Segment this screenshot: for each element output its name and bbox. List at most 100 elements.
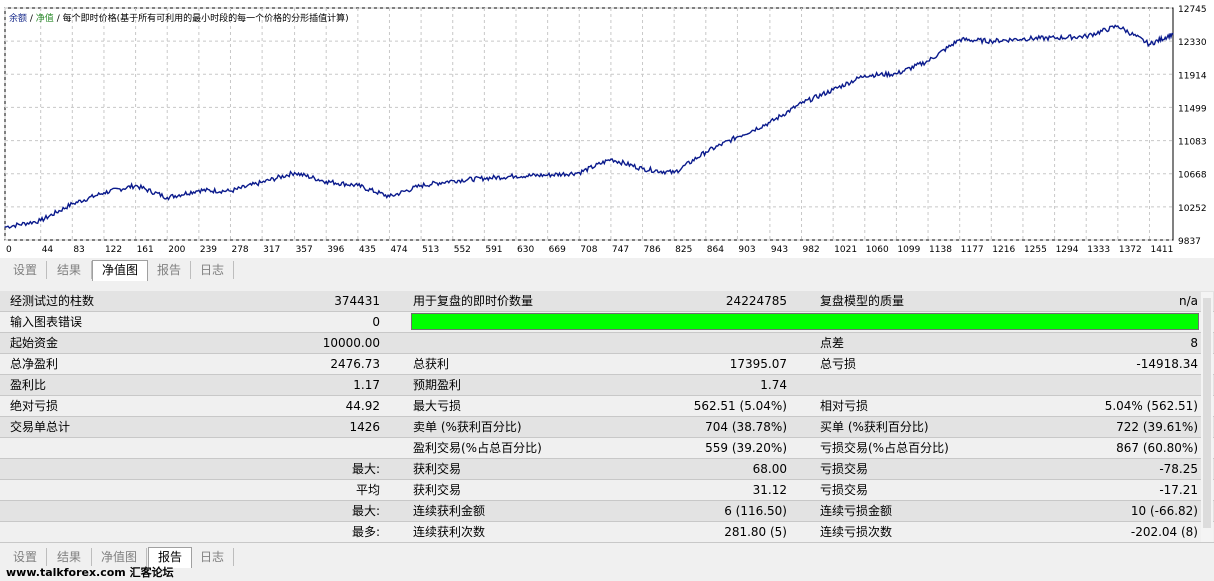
x-tick-label: 1060	[866, 245, 889, 255]
x-tick-label: 1255	[1024, 245, 1047, 255]
x-tick-label: 1294	[1056, 245, 1079, 255]
data-point	[325, 180, 327, 183]
report-value-col3: 8	[1190, 336, 1198, 350]
data-point	[578, 172, 580, 174]
report-value-col3: 722 (39.61%)	[1116, 420, 1198, 434]
tab-report[interactable]: 报告	[148, 261, 191, 279]
y-tick-label: 12745	[1178, 5, 1207, 15]
report-scrollbar[interactable]	[1201, 292, 1213, 542]
x-tick-label: 239	[200, 245, 217, 255]
data-point	[452, 180, 454, 182]
x-tick-label: 747	[612, 245, 629, 255]
report-value-col3: -202.04 (8)	[1130, 525, 1198, 539]
scrollbar-thumb[interactable]	[1203, 298, 1211, 528]
data-point	[71, 203, 73, 205]
data-point	[261, 181, 263, 183]
report-table: 经测试过的柱数 374431 用于复盘的即时价数量 24224785 复盘模型的质量 n/…	[0, 290, 1214, 544]
report-row: 最大: 获利交易 68.00 亏损交易 -78.25	[0, 459, 1214, 480]
data-point	[864, 74, 866, 77]
tab-journal[interactable]: 日志	[191, 261, 234, 279]
report-label-col1: 盈利比	[10, 378, 47, 392]
data-point	[103, 192, 105, 194]
x-tick-label: 982	[803, 245, 820, 255]
x-tick-label: 44	[42, 245, 54, 255]
x-tick-label: 903	[738, 245, 755, 255]
data-point	[895, 73, 898, 75]
data-point	[515, 175, 517, 177]
data-point	[40, 220, 42, 222]
y-tick-label: 11499	[1178, 104, 1207, 114]
tab-journal[interactable]: 日志	[191, 548, 234, 566]
data-point	[641, 168, 644, 170]
data-point	[705, 151, 707, 153]
data-point	[1053, 37, 1056, 39]
x-tick-label: 200	[168, 245, 185, 255]
report-value-col3: n/a	[1178, 294, 1198, 308]
report-value-col1: 最大:	[351, 504, 380, 518]
plot-frame	[4, 7, 1174, 241]
row-divider	[0, 542, 1214, 543]
top-tab-bar: 设置 结果 净值图 报告 日志	[0, 259, 1214, 281]
data-point	[959, 38, 961, 41]
legend-equity: 净值	[35, 14, 54, 24]
equity-series-line	[4, 24, 1174, 229]
x-tick-label: 552	[454, 245, 471, 255]
data-point	[769, 121, 771, 124]
report-row: 输入图表错误 0	[0, 312, 1214, 333]
data-point	[420, 184, 422, 187]
data-point	[1172, 33, 1174, 35]
report-value-col1: 最多:	[351, 525, 380, 539]
report-row: 最多: 连续获利次数 281.80 (5) 连续亏损次数 -202.04 (8)	[0, 522, 1214, 543]
data-point	[1022, 38, 1024, 40]
watermark: www.talkforex.com 汇客论坛	[6, 566, 174, 579]
y-tick-label: 12330	[1178, 38, 1207, 48]
report-value-col2: 6 (116.50)	[724, 504, 787, 518]
y-tick-label: 10252	[1178, 204, 1207, 214]
tab-equity-chart[interactable]: 净值图	[92, 260, 148, 281]
data-point	[134, 184, 137, 187]
data-point	[673, 172, 675, 174]
report-value-col3: 867 (60.80%)	[1116, 441, 1198, 455]
x-tick-label: 1216	[992, 245, 1015, 255]
tab-settings[interactable]: 设置	[4, 261, 47, 279]
report-row: 总净盈利 2476.73 总获利 17395.07 总亏损 -14918.34	[0, 354, 1214, 375]
report-value-col2: 559 (39.20%)	[705, 441, 787, 455]
report-value-col1: 2476.73	[330, 357, 380, 371]
report-value-col1: 1.17	[353, 378, 380, 392]
x-tick-label: 864	[707, 245, 724, 255]
report-label-col1: 经测试过的柱数	[10, 294, 95, 308]
y-tick-label: 11083	[1178, 138, 1207, 148]
data-point	[736, 136, 739, 138]
x-tick-label: 825	[675, 245, 692, 255]
report-value-col3: -17.21	[1159, 483, 1198, 497]
report-row: 最大: 连续获利金额 6 (116.50) 连续亏损金额 10 (-66.82)	[0, 501, 1214, 522]
report-value-col1: 最大:	[351, 462, 380, 476]
report-row: 起始资金 10000.00 点差 8	[0, 333, 1214, 354]
x-tick-label: 435	[359, 245, 376, 255]
report-value-col3: -78.25	[1159, 462, 1198, 476]
x-tick-label: 161	[137, 245, 154, 255]
data-point	[293, 172, 296, 174]
report-row: 盈利比 1.17 预期盈利 1.74	[0, 375, 1214, 396]
data-point	[4, 226, 6, 228]
report-value-col2: 562.51 (5.04%)	[693, 399, 787, 413]
data-point	[832, 89, 834, 91]
equity-chart-panel: 12745 12330 11914 11499 11083 10668 10252 9837 0…	[0, 0, 1214, 258]
data-point	[1085, 35, 1087, 37]
tab-results[interactable]: 结果	[47, 261, 92, 279]
data-point	[800, 102, 803, 104]
x-tick-label: 1138	[929, 245, 952, 255]
report-row: 绝对亏损 44.92 最大亏损 562.51 (5.04%) 相对亏损 5.04% (56…	[0, 396, 1214, 417]
x-tick-label: 1177	[961, 245, 984, 255]
x-tick-label: 278	[231, 245, 248, 255]
report-label-col1	[10, 480, 190, 501]
report-label-col1	[10, 438, 190, 459]
report-label-col1: 总净盈利	[10, 357, 59, 371]
report-label-col1	[10, 501, 190, 522]
y-tick-label: 10668	[1178, 171, 1207, 181]
report-label-col1: 起始资金	[10, 336, 59, 350]
report-label-col1	[10, 459, 190, 480]
x-tick-label: 122	[105, 245, 122, 255]
report-value-col3	[1000, 375, 1198, 396]
report-row: 经测试过的柱数 374431 用于复盘的即时价数量 24224785 复盘模型的质量 n/…	[0, 291, 1214, 312]
